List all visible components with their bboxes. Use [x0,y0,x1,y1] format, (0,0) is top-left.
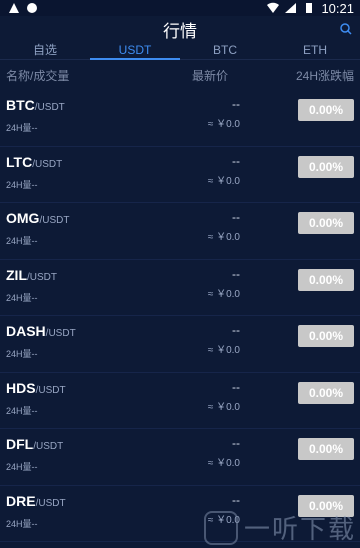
coin-price-cny: ≈ ￥0.0 [207,232,240,243]
coin-symbol: OMG [6,210,40,226]
change-button[interactable]: 0.00% [298,268,354,291]
alert-icon [9,3,19,13]
coin-pair: /USDT [33,441,64,452]
change-button[interactable]: 0.00% [298,99,354,121]
coin-pair: /USDT [27,271,57,283]
coin-symbol: DRE [6,492,36,509]
market-row-dash[interactable]: DASH/USDT 24H量-- -- ≈ ￥0.0 0.00% [0,316,360,373]
market-row-ltc[interactable]: LTC/USDT 24H量-- -- ≈ ￥0.0 0.00% [0,147,360,203]
status-bar: 10:21 [0,0,360,16]
coin-price-cny: ≈ ￥0.0 [207,119,240,130]
coin-price: -- [232,379,240,394]
wifi-icon [267,2,280,13]
coin-symbol: DASH [6,323,46,339]
coin-volume: 24H量-- [6,292,38,303]
search-icon[interactable] [340,23,352,35]
coin-price-cny: ≈ ￥0.0 [207,345,240,356]
coin-symbol: LTC [6,153,33,170]
tab-eth[interactable]: ETH [270,42,360,59]
coin-symbol: DFL [6,436,34,452]
tab-usdt[interactable]: USDT [90,42,180,60]
coin-price-cny: ≈ ￥0.0 [207,175,240,187]
market-row-hds[interactable]: HDS/USDT 24H量-- -- ≈ ￥0.0 0.00% [0,373,360,429]
watermark: 一听下载 [203,509,356,546]
coin-pair: /USDT [34,102,65,113]
tab-favorites[interactable]: 自选 [0,42,90,59]
page-title: 行情 [163,21,197,42]
coin-price: -- [232,266,240,281]
market-row-zil[interactable]: ZIL/USDT 24H量-- -- ≈ ￥0.0 0.00% [0,260,360,316]
column-change: 24H涨跌幅 [295,68,354,83]
coin-volume: 24H量-- [6,518,38,529]
coin-pair: /USDT [45,328,76,339]
change-button[interactable]: 0.00% [298,212,354,234]
market-list: BTC/USDT 24H量-- -- ≈ ￥0.0 0.00% LTC/USDT… [0,90,360,542]
app-notification-icon [27,3,37,13]
tab-btc[interactable]: BTC [180,42,270,59]
coin-price-cny: ≈ ￥0.0 [207,458,240,469]
coin-symbol: HDS [6,379,36,396]
market-tabs: 自选 USDT BTC ETH [0,42,360,60]
change-button[interactable]: 0.00% [298,381,354,404]
column-name: 名称/成交量 [6,68,70,83]
coin-pair: /USDT [39,215,70,226]
coin-price: -- [232,436,240,450]
coin-volume: 24H量-- [6,236,38,246]
change-button[interactable]: 0.00% [298,155,354,178]
coin-volume: 24H量-- [6,349,38,359]
coin-price: -- [232,210,240,224]
change-button[interactable]: 0.00% [298,438,354,460]
market-row-omg[interactable]: OMG/USDT 24H量-- -- ≈ ￥0.0 0.00% [0,203,360,260]
coin-pair: /USDT [32,158,63,170]
coin-price-cny: ≈ ￥0.0 [207,401,240,413]
change-button[interactable]: 0.00% [298,325,354,347]
signal-icon [285,3,297,13]
coin-price: -- [232,153,240,168]
coin-price-cny: ≈ ￥0.0 [207,288,240,300]
coin-volume: 24H量-- [6,405,38,416]
market-row-dfl[interactable]: DFL/USDT 24H量-- -- ≈ ￥0.0 0.00% [0,429,360,486]
column-header: 名称/成交量 最新价 24H涨跌幅 [0,60,360,90]
coin-price: -- [232,323,240,337]
coin-symbol: ZIL [6,266,27,283]
coin-volume: 24H量-- [6,123,38,133]
header: 行情 [0,16,360,42]
status-time: 10:21 [321,0,354,16]
watermark-logo-icon [203,510,238,545]
coin-pair: /USDT [35,497,66,509]
market-row-btc[interactable]: BTC/USDT 24H量-- -- ≈ ￥0.0 0.00% [0,90,360,147]
battery-icon [306,3,313,13]
coin-price: -- [232,492,240,507]
coin-volume: 24H量-- [6,462,38,472]
watermark-text: 一听下载 [243,515,356,545]
column-price: 最新价 [192,68,229,83]
coin-pair: /USDT [35,384,66,396]
coin-volume: 24H量-- [6,179,38,190]
coin-price: -- [232,97,240,111]
coin-symbol: BTC [6,97,35,113]
